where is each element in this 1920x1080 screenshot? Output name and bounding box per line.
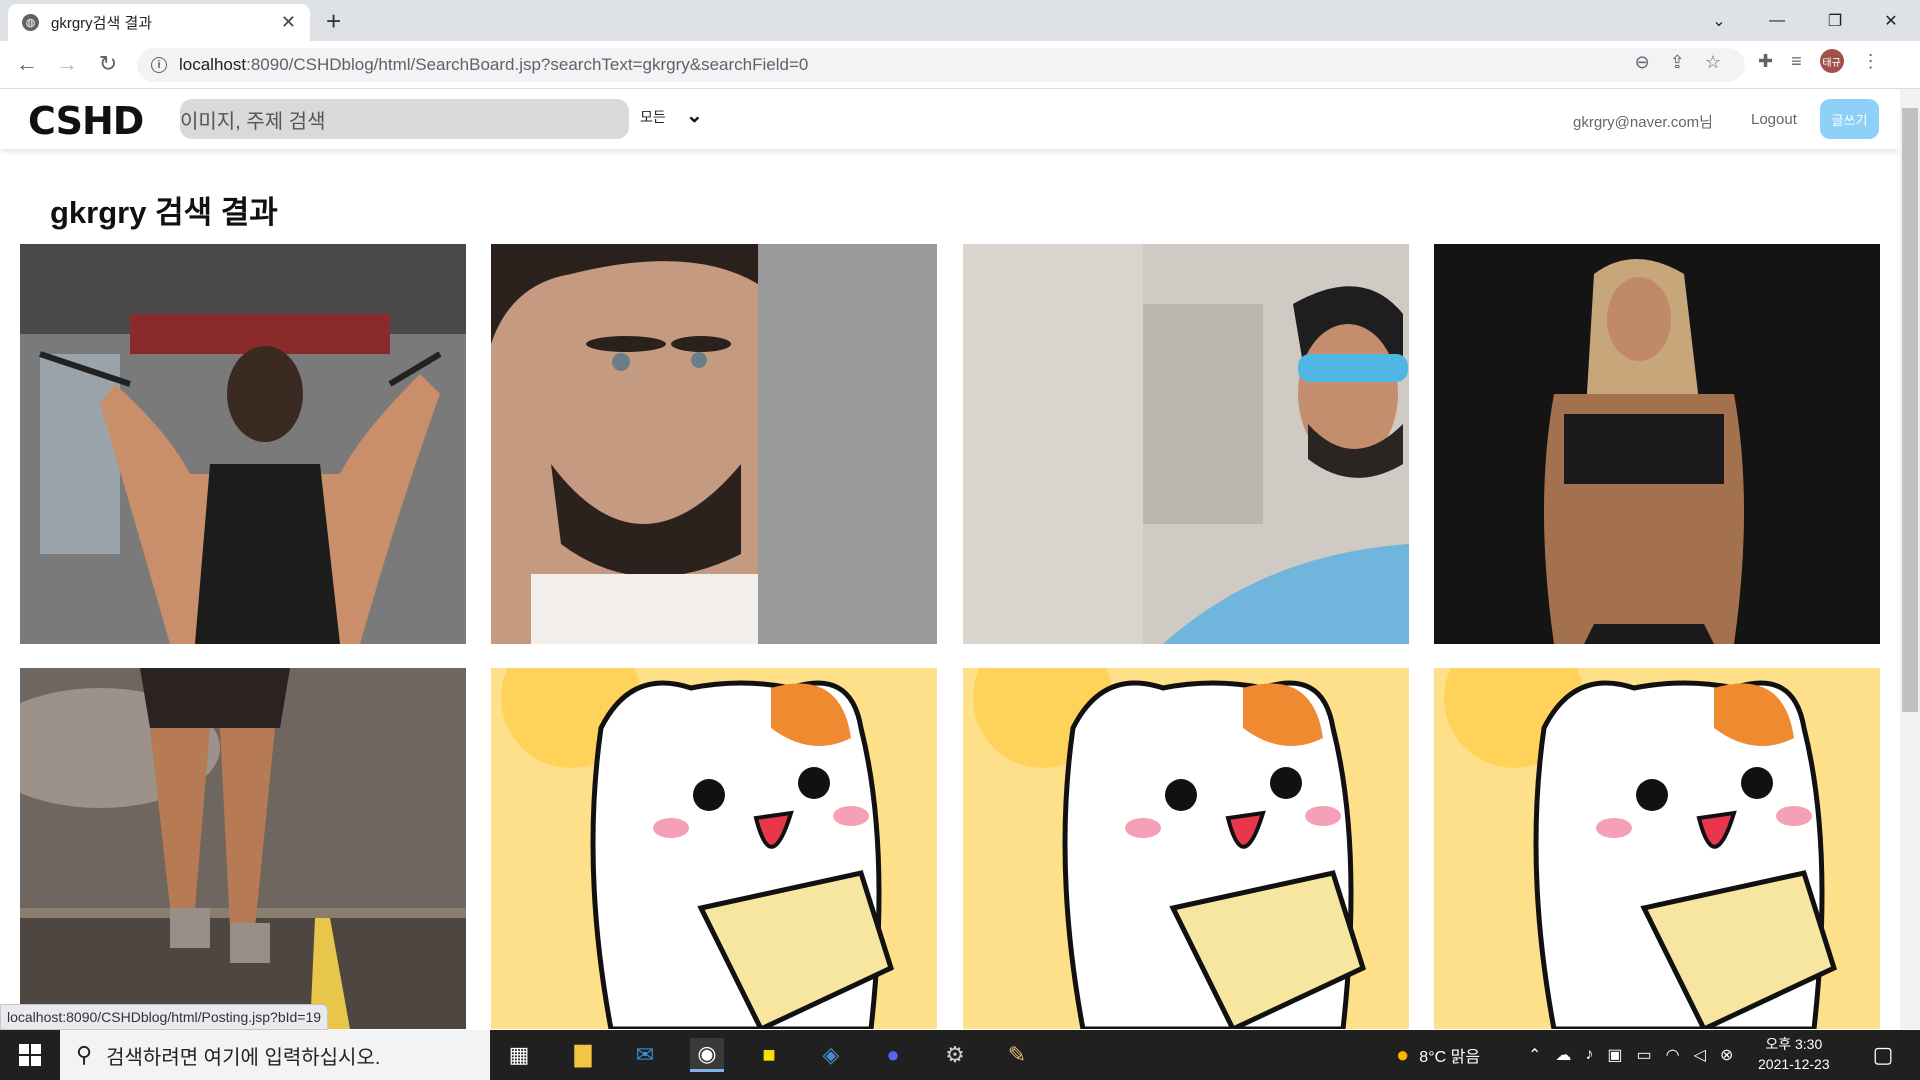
task-view-icon[interactable]: ▦: [502, 1038, 536, 1072]
browser-tab-strip: ◍ gkrgry검색 결과 ✕ + ⌄ — ❐ ✕: [0, 0, 1920, 41]
search-icon: ⚲: [76, 1042, 93, 1067]
status-bar-url: localhost:8090/CSHDblog/html/Posting.jsp…: [0, 1004, 329, 1030]
result-card[interactable]: [20, 244, 466, 644]
windows-start-icon[interactable]: [0, 1030, 60, 1080]
menu-kebab-icon[interactable]: ⋮: [1862, 51, 1880, 72]
new-tab-button[interactable]: +: [326, 6, 341, 37]
page-viewport: CSHD 이미지, 주제 검색 모든 ⌄ gkrgry@naver.com님 L…: [0, 89, 1900, 1029]
settings-gear-icon[interactable]: ⚙: [938, 1038, 972, 1072]
globe-icon: ◍: [22, 14, 39, 31]
user-email: gkrgry@naver.com님: [1573, 114, 1713, 131]
chrome-icon[interactable]: ◉: [690, 1038, 724, 1072]
result-card[interactable]: [20, 668, 466, 1029]
tab-title: gkrgry검색 결과: [51, 15, 153, 32]
profile-avatar[interactable]: 태규: [1819, 49, 1844, 73]
result-card[interactable]: [1434, 244, 1880, 644]
ime-icon[interactable]: ⊗: [1720, 1045, 1733, 1065]
microphone-icon[interactable]: ♪: [1585, 1046, 1593, 1064]
scrollbar-thumb[interactable]: [1902, 108, 1918, 712]
restore-button[interactable]: ❐: [1806, 0, 1864, 41]
url-host: localhost: [179, 55, 247, 74]
mysql-workbench-icon[interactable]: ◈: [814, 1038, 848, 1072]
site-logo[interactable]: CSHD: [28, 99, 144, 143]
zoom-icon[interactable]: ⊖: [1635, 52, 1650, 73]
weather-text: 8°C 맑음: [1419, 1049, 1481, 1066]
write-post-button[interactable]: 글쓰기: [1820, 99, 1879, 139]
onedrive-cloud-icon[interactable]: ☁: [1555, 1045, 1571, 1065]
search-input[interactable]: 이미지, 주제 검색: [180, 99, 629, 139]
hamster-illustration: [491, 668, 937, 1029]
taskbar-search-input[interactable]: ⚲ 검색하려면 여기에 입력하십시오.: [60, 1030, 490, 1080]
battery-icon[interactable]: ▭: [1637, 1045, 1652, 1065]
back-icon[interactable]: ←: [12, 51, 42, 77]
share-icon[interactable]: ⇪: [1670, 52, 1685, 73]
extensions-puzzle-icon[interactable]: ✚: [1758, 51, 1773, 72]
sunglasses-man-photo: [963, 244, 1409, 644]
close-window-button[interactable]: ✕: [1862, 0, 1920, 41]
portrait-photo: [491, 244, 937, 644]
page-title: gkrgry 검색 결과: [50, 195, 278, 230]
url-path: :8090/CSHDblog/html/SearchBoard.jsp?sear…: [246, 55, 809, 74]
browser-toolbar: ← → ↻ i localhost:8090/CSHDblog/html/Sea…: [0, 41, 1920, 89]
logout-link[interactable]: Logout: [1751, 111, 1797, 128]
extension-area: ✚ ≡ 태규 ⋮: [1758, 49, 1880, 73]
camera-icon[interactable]: ▣: [1607, 1045, 1622, 1065]
search-placeholder: 이미지, 주제 검색: [180, 110, 326, 133]
volume-icon[interactable]: ◁: [1694, 1045, 1706, 1065]
gym-photo: [20, 244, 466, 644]
clock-date: 2021-12-23: [1758, 1056, 1830, 1072]
result-card[interactable]: [491, 244, 937, 644]
result-card[interactable]: [963, 668, 1409, 1029]
minimize-button[interactable]: —: [1748, 0, 1806, 41]
result-card[interactable]: [491, 668, 937, 1029]
result-card[interactable]: [963, 244, 1409, 644]
browser-tab[interactable]: ◍ gkrgry검색 결과 ✕: [8, 4, 310, 41]
tab-search-icon[interactable]: ⌄: [1690, 0, 1748, 41]
hamster-illustration: [963, 668, 1409, 1029]
mail-icon[interactable]: ✉: [628, 1038, 662, 1072]
forward-icon[interactable]: →: [52, 51, 82, 77]
file-explorer-icon[interactable]: ▇: [566, 1038, 600, 1072]
search-field-select[interactable]: 모든: [640, 107, 666, 127]
reload-icon[interactable]: ↻: [93, 51, 123, 77]
address-bar[interactable]: i localhost:8090/CSHDblog/html/SearchBoa…: [137, 48, 1745, 82]
system-tray: ⌃ ☁ ♪ ▣ ▭ ◠ ◁ ⊗: [1528, 1030, 1733, 1080]
taskbar-search-placeholder: 검색하려면 여기에 입력하십시오.: [106, 1046, 381, 1069]
hamster-illustration: [1434, 668, 1880, 1029]
close-tab-icon[interactable]: ✕: [281, 12, 296, 33]
site-info-icon[interactable]: i: [151, 57, 167, 73]
discord-icon[interactable]: ●: [876, 1038, 910, 1072]
runner-photo: [20, 668, 466, 1029]
sun-icon: ●: [1396, 1042, 1410, 1067]
chevron-down-icon[interactable]: ⌄: [686, 103, 703, 128]
reading-list-icon[interactable]: ≡: [1791, 51, 1802, 72]
site-navbar: CSHD 이미지, 주제 검색 모든 ⌄ gkrgry@naver.com님 L…: [0, 89, 1900, 149]
fitness-woman-photo: [1434, 244, 1880, 644]
notification-icon[interactable]: ▢: [1866, 1038, 1900, 1072]
result-card[interactable]: [1434, 668, 1880, 1029]
kakaotalk-icon[interactable]: ■: [752, 1038, 786, 1072]
wifi-icon[interactable]: ◠: [1666, 1045, 1680, 1065]
bookmark-star-icon[interactable]: ☆: [1705, 52, 1721, 73]
windows-taskbar: ⚲ 검색하려면 여기에 입력하십시오. ▦ ▇ ✉ ◉ ■ ◈ ● ⚙ ✎ ● …: [0, 1030, 1920, 1080]
taskbar-clock[interactable]: 오후 3:30 2021-12-23: [1758, 1034, 1830, 1074]
weather-widget[interactable]: ● 8°C 맑음: [1396, 1030, 1480, 1080]
chevron-up-icon[interactable]: ⌃: [1528, 1045, 1541, 1065]
paint-palette-icon[interactable]: ✎: [1000, 1038, 1034, 1072]
clock-time: 오후 3:30: [1765, 1036, 1823, 1052]
